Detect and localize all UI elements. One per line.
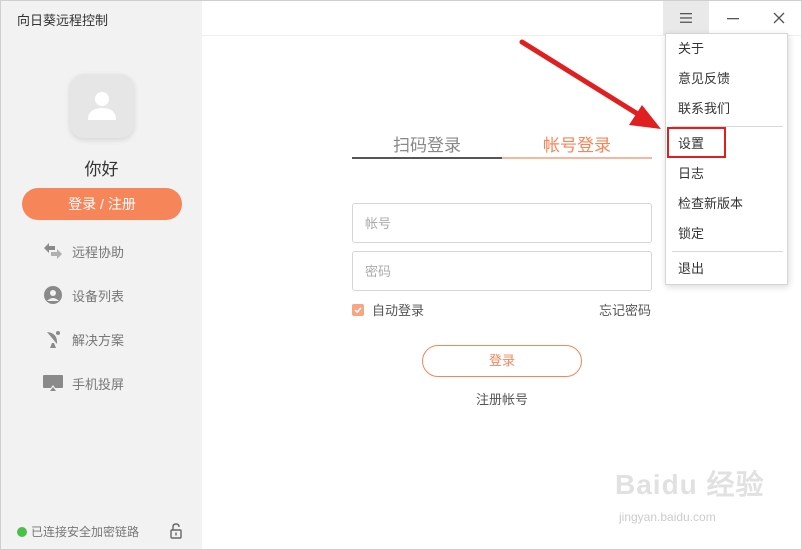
tab-account-login[interactable]: 帐号登录 — [502, 131, 652, 159]
sidebar-item-label: 解决方案 — [72, 332, 125, 348]
greeting-text: 你好 — [84, 160, 119, 179]
lock-icon[interactable] — [169, 523, 183, 544]
remote-assist-icon — [42, 240, 64, 262]
minimize-button[interactable] — [710, 1, 756, 35]
login-register-button[interactable]: 登录 / 注册 — [22, 188, 182, 220]
close-icon — [773, 12, 785, 24]
login-button[interactable]: 登录 — [422, 345, 582, 377]
solution-icon — [42, 328, 64, 350]
sidebar-item-device-list[interactable]: 设备列表 — [42, 282, 124, 308]
menu-item-about[interactable]: 关于 — [666, 35, 787, 63]
minimize-icon — [727, 18, 739, 20]
hamburger-icon — [680, 13, 692, 23]
status-text: 已连接安全加密链路 — [31, 525, 140, 539]
auto-login-checkbox[interactable]: 自动登录 — [352, 300, 424, 319]
account-input[interactable] — [352, 203, 652, 243]
password-input[interactable] — [352, 251, 652, 291]
tab-scan-login[interactable]: 扫码登录 — [352, 131, 502, 159]
menu-item-contact[interactable]: 联系我们 — [666, 95, 787, 123]
menu-item-feedback[interactable]: 意见反馈 — [666, 65, 787, 93]
app-title: 向日葵远程控制 — [17, 13, 109, 28]
sidebar-item-solution[interactable]: 解决方案 — [42, 326, 124, 352]
status-dot-icon — [17, 526, 27, 537]
sidebar-nav: 远程协助 设备列表 解决方案 手机投屏 — [42, 238, 124, 414]
menu-item-check-update[interactable]: 检查新版本 — [666, 190, 787, 218]
sidebar-item-screen-cast[interactable]: 手机投屏 — [42, 370, 124, 396]
sidebar-item-label: 设备列表 — [72, 288, 125, 304]
register-link[interactable]: 注册帐号 — [422, 389, 582, 408]
main-menu-dropdown: 关于 意见反馈 联系我们 设置 日志 检查新版本 锁定 退出 — [665, 33, 788, 285]
watermark-logo: Baidu 经验 — [615, 469, 765, 500]
sidebar-item-label: 手机投屏 — [72, 376, 125, 392]
close-button[interactable] — [756, 1, 801, 35]
device-list-icon — [42, 284, 64, 306]
sidebar-item-remote-assist[interactable]: 远程协助 — [42, 238, 124, 264]
menu-item-log[interactable]: 日志 — [666, 160, 787, 188]
baidu-watermark: Baidu 经验 jingyan.baidu.com — [615, 463, 765, 533]
user-icon — [88, 92, 116, 120]
connection-status: 已连接安全加密链路 — [17, 523, 139, 540]
sidebar: 向日葵远程控制 你好 登录 / 注册 远程协助 设备列表 解决方案 手机投屏 已… — [1, 1, 202, 549]
menu-separator — [672, 251, 783, 252]
menu-button[interactable] — [663, 1, 709, 35]
menu-item-exit[interactable]: 退出 — [666, 255, 787, 283]
menu-item-lock[interactable]: 锁定 — [666, 220, 787, 248]
forgot-password-link[interactable]: 忘记密码 — [599, 300, 651, 319]
watermark-url: jingyan.baidu.com — [619, 510, 716, 524]
settings-highlight-box — [667, 127, 726, 158]
checkbox-checked-icon — [352, 303, 364, 316]
screen-cast-icon — [42, 372, 64, 394]
avatar[interactable] — [70, 74, 134, 138]
sidebar-item-label: 远程协助 — [72, 244, 125, 260]
auto-login-label: 自动登录 — [372, 303, 425, 318]
app-window: 向日葵远程控制 你好 登录 / 注册 远程协助 设备列表 解决方案 手机投屏 已… — [0, 0, 802, 550]
